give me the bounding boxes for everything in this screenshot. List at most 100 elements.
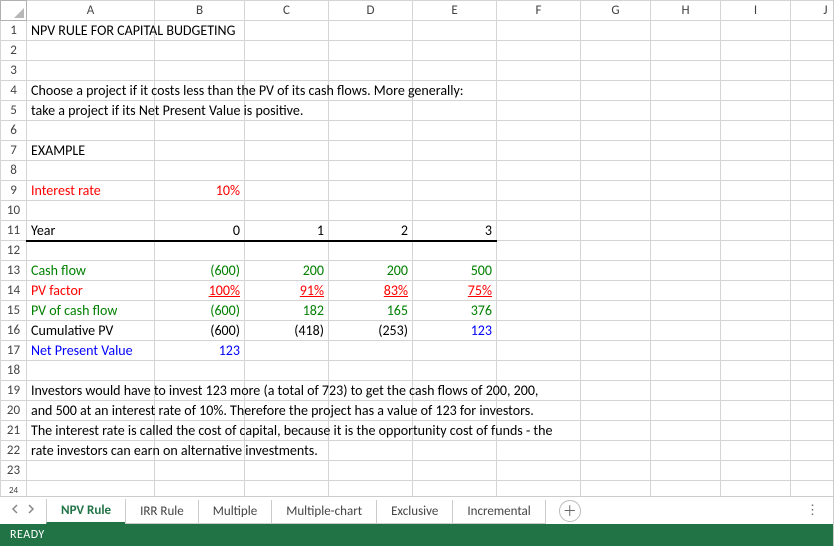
cell[interactable] <box>721 281 791 301</box>
cell[interactable] <box>245 41 329 61</box>
cell[interactable] <box>721 361 791 381</box>
cell[interactable] <box>245 161 329 181</box>
cell[interactable] <box>329 361 413 381</box>
cell[interactable] <box>581 381 651 401</box>
cell-A11[interactable]: Year <box>27 221 155 241</box>
cell[interactable] <box>155 201 245 221</box>
cell[interactable] <box>27 201 155 221</box>
cell[interactable] <box>497 41 581 61</box>
cell-A9[interactable]: Interest rate <box>27 181 155 201</box>
cell[interactable] <box>245 21 329 41</box>
cell[interactable] <box>581 341 651 361</box>
cell[interactable] <box>791 121 834 141</box>
cell-B11[interactable]: 0 <box>155 221 245 241</box>
cell[interactable] <box>791 181 834 201</box>
sheet-tab-incremental[interactable]: Incremental <box>452 500 545 524</box>
cell[interactable] <box>651 101 721 121</box>
cell[interactable] <box>497 261 581 281</box>
cell[interactable] <box>791 141 834 161</box>
cell[interactable] <box>581 181 651 201</box>
cell[interactable] <box>651 361 721 381</box>
cell[interactable] <box>245 361 329 381</box>
cell[interactable] <box>651 141 721 161</box>
cell[interactable] <box>651 281 721 301</box>
cell[interactable] <box>581 461 651 481</box>
cell-A4[interactable]: Choose a project if it costs less than t… <box>27 81 155 101</box>
cell-B15[interactable]: (600) <box>155 301 245 321</box>
cell-A17[interactable]: Net Present Value <box>27 341 155 361</box>
cell[interactable] <box>791 421 834 441</box>
cell[interactable] <box>581 101 651 121</box>
cell[interactable] <box>791 21 834 41</box>
cell-E13[interactable]: 500 <box>413 261 497 281</box>
col-header-E[interactable]: E <box>413 1 497 21</box>
cell[interactable] <box>497 61 581 81</box>
cell-D16[interactable]: (253) <box>329 321 413 341</box>
row-header-15[interactable]: 15 <box>1 301 27 321</box>
sheet-tab-multiple[interactable]: Multiple <box>198 500 272 524</box>
row-header-1[interactable]: 1 <box>1 21 27 41</box>
cell[interactable] <box>721 141 791 161</box>
cell[interactable] <box>155 241 245 261</box>
cell[interactable] <box>329 161 413 181</box>
select-all-corner[interactable] <box>1 1 27 21</box>
sheet-tab-exclusive[interactable]: Exclusive <box>376 500 453 524</box>
cell[interactable] <box>791 41 834 61</box>
col-header-G[interactable]: G <box>581 1 651 21</box>
cell[interactable] <box>413 41 497 61</box>
col-header-J[interactable]: J <box>791 1 834 21</box>
sheet-tab-npv-rule[interactable]: NPV Rule <box>46 499 126 524</box>
cell-B14[interactable]: 100% <box>155 281 245 301</box>
cell[interactable] <box>791 201 834 221</box>
cell[interactable] <box>651 201 721 221</box>
cell-D15[interactable]: 165 <box>329 301 413 321</box>
cell[interactable] <box>497 121 581 141</box>
row-header-23[interactable]: 23 <box>1 461 27 481</box>
row-header-2[interactable]: 2 <box>1 41 27 61</box>
cell[interactable] <box>721 401 791 421</box>
cell[interactable] <box>791 441 834 461</box>
cell[interactable] <box>413 141 497 161</box>
cell[interactable] <box>791 281 834 301</box>
cell[interactable] <box>651 161 721 181</box>
cell-C14[interactable]: 91% <box>245 281 329 301</box>
row-header-21[interactable]: 21 <box>1 421 27 441</box>
col-header-B[interactable]: B <box>155 1 245 21</box>
cell[interactable] <box>791 161 834 181</box>
tab-next-icon[interactable] <box>26 503 36 518</box>
cell[interactable] <box>791 221 834 241</box>
cell[interactable] <box>329 21 413 41</box>
cell[interactable] <box>413 161 497 181</box>
cell[interactable] <box>413 441 497 461</box>
cell[interactable] <box>155 361 245 381</box>
cell[interactable] <box>245 341 329 361</box>
cell[interactable] <box>651 61 721 81</box>
cell[interactable] <box>651 421 721 441</box>
cell[interactable] <box>329 461 413 481</box>
cell[interactable] <box>721 461 791 481</box>
cell-B9[interactable]: 10% <box>155 181 245 201</box>
cell[interactable] <box>245 141 329 161</box>
cell[interactable] <box>497 21 581 41</box>
cell[interactable] <box>721 21 791 41</box>
cell[interactable] <box>791 481 834 497</box>
cell[interactable] <box>497 201 581 221</box>
cell[interactable] <box>581 221 651 241</box>
row-header-12[interactable]: 12 <box>1 241 27 261</box>
cell[interactable] <box>497 161 581 181</box>
cell[interactable] <box>651 81 721 101</box>
row-header-20[interactable]: 20 <box>1 401 27 421</box>
cell[interactable] <box>497 321 581 341</box>
cell[interactable] <box>791 81 834 101</box>
cell[interactable] <box>27 481 155 497</box>
cell[interactable] <box>721 301 791 321</box>
cell-B17[interactable]: 123 <box>155 341 245 361</box>
row-header-13[interactable]: 13 <box>1 261 27 281</box>
cell-A1[interactable]: NPV RULE FOR CAPITAL BUDGETING <box>27 21 155 41</box>
cell[interactable] <box>329 121 413 141</box>
cell[interactable] <box>329 481 413 497</box>
col-header-A[interactable]: A <box>27 1 155 21</box>
cell[interactable] <box>413 361 497 381</box>
cell[interactable] <box>413 101 497 121</box>
cell[interactable] <box>721 481 791 497</box>
